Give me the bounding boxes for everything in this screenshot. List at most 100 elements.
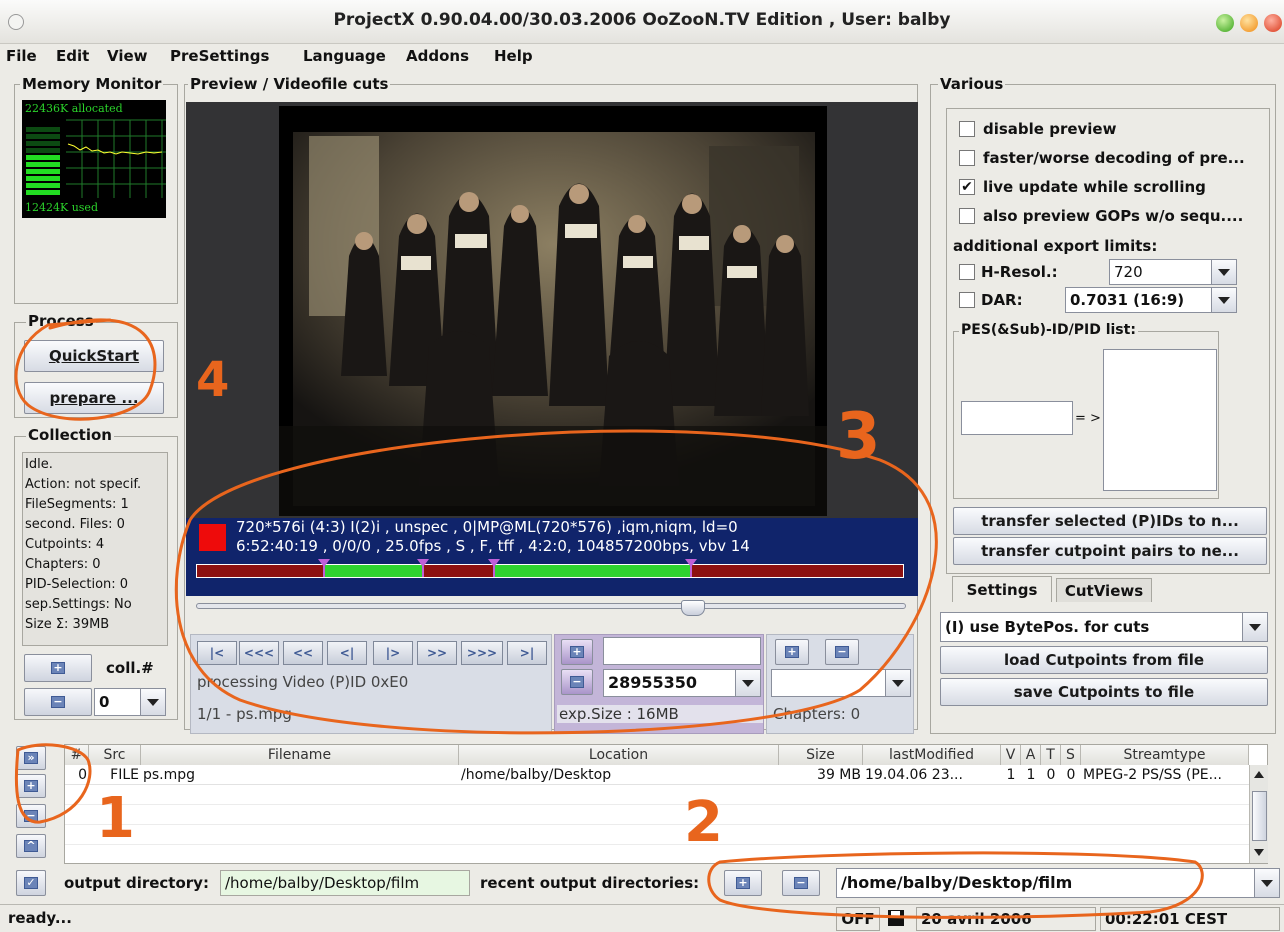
minus-icon: − — [570, 676, 584, 688]
pid-list[interactable] — [1103, 349, 1217, 491]
col-t[interactable]: T — [1041, 745, 1061, 765]
nav-forward-large-button[interactable]: >>> — [461, 641, 503, 665]
menu-file[interactable]: File — [6, 47, 37, 65]
col-s[interactable]: S — [1061, 745, 1081, 765]
chapter-select[interactable] — [771, 669, 911, 697]
table-header: # Src Filename Location Size lastModifie… — [65, 745, 1269, 765]
output-dir-button[interactable]: ✓ — [16, 870, 46, 896]
disable-preview-checkbox[interactable] — [959, 121, 975, 137]
output-dir-field[interactable]: /home/balby/Desktop/film — [220, 870, 470, 896]
collection-info: Idle. Action: not specif. FileSegments: … — [22, 452, 168, 646]
col-index[interactable]: # — [65, 745, 89, 765]
cutpoint-line — [690, 565, 693, 577]
transfer-pids-button[interactable]: transfer selected (P)IDs to n... — [953, 507, 1267, 535]
cutpoint-bar[interactable] — [196, 559, 904, 578]
video-info-line2: 6:52:40:19 , 0/0/0 , 25.0fps , S , F, tf… — [236, 537, 750, 555]
cutpoint-line — [421, 565, 424, 577]
memory-bar-segment — [26, 134, 60, 139]
file-table: # Src Filename Location Size lastModifie… — [64, 744, 1268, 864]
memory-bar-segment — [26, 176, 60, 181]
coll-number-select[interactable]: 0 — [94, 688, 166, 716]
nav-prev-cut-button[interactable]: <| — [327, 641, 367, 665]
nav-forward-button[interactable]: >> — [417, 641, 457, 665]
load-cutpoints-button[interactable]: load Cutpoints from file — [940, 646, 1268, 674]
scroll-down-icon[interactable] — [1254, 849, 1264, 856]
nav-next-cut-button[interactable]: |> — [373, 641, 413, 665]
menu-addons[interactable]: Addons — [406, 47, 469, 65]
add-file-button[interactable]: + — [16, 774, 46, 798]
col-lastmodified[interactable]: lastModified — [863, 745, 1001, 765]
remove-cutpoint-button[interactable]: − — [561, 669, 593, 695]
collection-add-button[interactable]: + — [24, 654, 92, 682]
col-size[interactable]: Size — [779, 745, 863, 765]
bytepos-select[interactable]: (I) use BytePos. for cuts — [940, 612, 1268, 642]
floppy-icon — [888, 910, 904, 926]
hresol-select[interactable]: 720 — [1109, 259, 1237, 285]
date-display: 20 avril 2006 — [916, 907, 1096, 931]
col-src[interactable]: Src — [89, 745, 141, 765]
move-up-button[interactable]: ^ — [16, 834, 46, 858]
pid-input[interactable] — [961, 401, 1073, 435]
open-button[interactable]: » — [16, 746, 46, 770]
cut-segment — [493, 565, 692, 577]
cutpoint-select[interactable]: 28955350 — [603, 669, 761, 697]
cutpoint-input[interactable] — [603, 637, 761, 665]
save-cutpoints-button[interactable]: save Cutpoints to file — [940, 678, 1268, 706]
table-row[interactable]: 0 FILE ps.mpg /home/balby/Desktop 39 MB … — [65, 765, 1249, 785]
chevron-down-icon — [1242, 613, 1267, 641]
col-a[interactable]: A — [1021, 745, 1041, 765]
menu-presettings[interactable]: PreSettings — [170, 47, 269, 65]
col-streamtype[interactable]: Streamtype — [1081, 745, 1249, 765]
hresol-checkbox[interactable] — [959, 264, 975, 280]
faster-decoding-checkbox[interactable] — [959, 150, 975, 166]
minimize-icon[interactable] — [1216, 14, 1234, 32]
position-slider-thumb[interactable] — [681, 600, 705, 616]
menu-help[interactable]: Help — [494, 47, 533, 65]
tab-settings[interactable]: Settings — [952, 576, 1052, 602]
col-location[interactable]: Location — [459, 745, 779, 765]
dar-select[interactable]: 0.7031 (16:9) — [1065, 287, 1237, 313]
plus-icon: + — [785, 646, 799, 658]
cell-index: 0 — [78, 767, 87, 783]
table-scrollbar[interactable] — [1249, 765, 1268, 863]
col-v[interactable]: V — [1001, 745, 1021, 765]
prepare-button[interactable]: prepare ... — [24, 382, 164, 414]
quickstart-button[interactable]: QuickStart — [24, 340, 164, 372]
plus-icon: + — [51, 662, 65, 674]
remove-recent-dir-button[interactable]: − — [782, 870, 820, 896]
nav-back-large-button[interactable]: <<< — [239, 641, 279, 665]
chevron-down-icon — [1211, 288, 1236, 312]
close-icon[interactable] — [1264, 14, 1282, 32]
memory-bar-segment — [26, 162, 60, 167]
collection-remove-button[interactable]: − — [24, 688, 92, 716]
maximize-icon[interactable] — [1240, 14, 1258, 32]
add-recent-dir-button[interactable]: + — [724, 870, 762, 896]
position-slider-track[interactable] — [196, 603, 906, 609]
menu-language[interactable]: Language — [303, 47, 386, 65]
scroll-thumb[interactable] — [1252, 791, 1267, 841]
minus-icon: − — [794, 877, 808, 889]
preview-gops-checkbox[interactable] — [959, 208, 975, 224]
remove-chapter-button[interactable]: − — [825, 639, 859, 665]
add-cutpoint-button[interactable]: + — [561, 639, 593, 665]
col-filename[interactable]: Filename — [141, 745, 459, 765]
menu-bar: File Edit View PreSettings Language Addo… — [0, 44, 1284, 70]
recent-dirs-select[interactable]: /home/balby/Desktop/film — [836, 868, 1280, 898]
remove-file-button[interactable]: − — [16, 804, 46, 828]
scroll-up-icon[interactable] — [1254, 771, 1264, 778]
add-chapter-button[interactable]: + — [775, 639, 809, 665]
menu-view[interactable]: View — [107, 47, 148, 65]
nav-first-button[interactable]: |< — [197, 641, 237, 665]
dar-checkbox[interactable] — [959, 292, 975, 308]
cell-location: /home/balby/Desktop — [461, 767, 612, 783]
arrow-up-icon: ^ — [24, 840, 38, 852]
tab-cutviews[interactable]: CutViews — [1056, 578, 1152, 602]
nav-last-button[interactable]: >| — [507, 641, 547, 665]
menu-edit[interactable]: Edit — [56, 47, 89, 65]
prepare-label: prepare ... — [49, 389, 139, 407]
live-update-checkbox[interactable]: ✔ — [959, 179, 975, 195]
plus-icon: + — [570, 646, 584, 658]
transfer-cutpoints-button[interactable]: transfer cutpoint pairs to ne... — [953, 537, 1267, 565]
nav-back-button[interactable]: << — [283, 641, 323, 665]
dar-label: DAR: — [981, 291, 1023, 309]
